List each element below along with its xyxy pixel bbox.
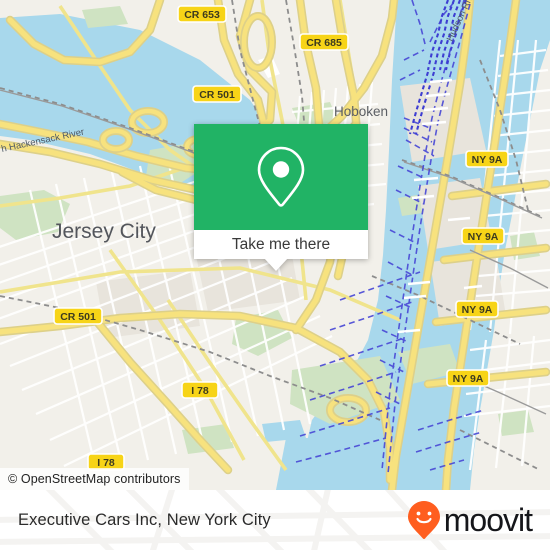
moovit-map-page: Jersey City Hoboken h Hackensack River H…	[0, 0, 550, 550]
svg-text:CR 685: CR 685	[306, 37, 342, 49]
svg-text:CR 501: CR 501	[199, 89, 235, 101]
shield-ny-9a-3: NY 9A	[455, 300, 499, 318]
svg-text:NY 9A: NY 9A	[472, 154, 503, 166]
map-pin-icon	[257, 146, 305, 207]
moovit-wordmark: moovit	[443, 502, 533, 538]
map-canvas[interactable]: Jersey City Hoboken h Hackensack River H…	[0, 0, 550, 490]
shield-ny-9a-1: NY 9A	[465, 150, 509, 168]
svg-text:NY 9A: NY 9A	[453, 373, 484, 385]
map-label-hoboken: Hoboken	[334, 104, 388, 119]
shield-ny-9a-2: NY 9A	[461, 227, 505, 245]
shield-ny-9a-4: NY 9A	[446, 369, 490, 387]
map-attribution: © OpenStreetMap contributors	[0, 468, 189, 490]
moovit-smiley-pin-icon	[407, 501, 440, 539]
attribution-text: © OpenStreetMap contributors	[8, 472, 181, 486]
map-popup-take-me-there[interactable]: Take me there	[194, 124, 368, 271]
moovit-brand[interactable]: moovit	[407, 500, 533, 540]
popup-image-area[interactable]	[194, 124, 368, 230]
shield-cr-653: CR 653	[177, 5, 227, 23]
popup-cta-label: Take me there	[231, 235, 331, 253]
shield-i-78-mid: I 78	[181, 381, 219, 399]
popup-cta-bar[interactable]: Take me there	[194, 230, 368, 259]
shield-cr-501-left: CR 501	[53, 307, 103, 325]
svg-text:CR 501: CR 501	[60, 311, 96, 323]
place-title: Executive Cars Inc, New York City	[18, 510, 271, 529]
shield-cr-685: CR 685	[299, 33, 349, 51]
shield-cr-501-top: CR 501	[192, 85, 242, 103]
water-bay	[276, 438, 470, 490]
page-footer: Executive Cars Inc, New York City moovit	[0, 490, 550, 550]
svg-text:CR 653: CR 653	[184, 9, 220, 21]
popup-pointer	[264, 258, 288, 271]
svg-text:NY 9A: NY 9A	[462, 304, 493, 316]
svg-text:I 78: I 78	[191, 385, 209, 397]
map-label-jersey-city: Jersey City	[52, 220, 156, 243]
svg-text:NY 9A: NY 9A	[468, 231, 499, 243]
